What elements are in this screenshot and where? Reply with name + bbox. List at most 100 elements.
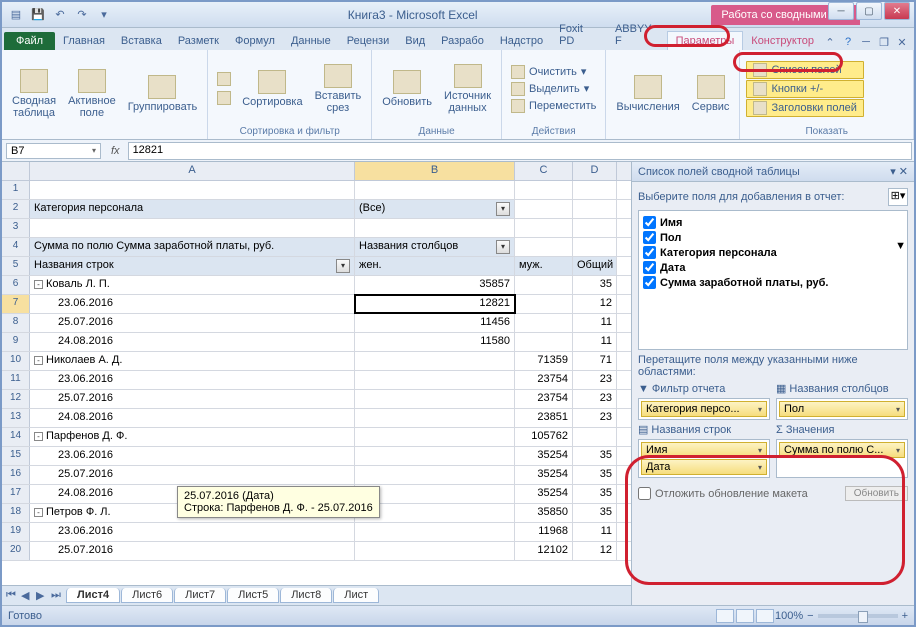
cell[interactable]: жен.: [355, 257, 515, 275]
move-button[interactable]: Переместить: [508, 98, 599, 114]
table-row[interactable]: 1: [2, 181, 631, 200]
name-box[interactable]: B7▾: [6, 143, 101, 159]
table-row[interactable]: 1923.06.20161196811: [2, 523, 631, 542]
tab-view[interactable]: Вид: [397, 32, 433, 50]
sheet-tab[interactable]: Лист4: [66, 588, 120, 603]
cell[interactable]: 71: [573, 352, 617, 370]
tab-design[interactable]: Конструктор: [743, 32, 822, 50]
col-header-b[interactable]: B: [355, 162, 515, 180]
doc-minimize-icon[interactable]: ─: [858, 34, 874, 50]
cell[interactable]: [355, 390, 515, 408]
chip-row-name[interactable]: Имя▾: [641, 442, 767, 458]
layout-options-button[interactable]: ⊞▾: [888, 188, 908, 206]
cell[interactable]: [515, 200, 573, 218]
cell[interactable]: 12821: [355, 295, 515, 313]
tab-insert[interactable]: Вставка: [113, 32, 170, 50]
refresh-button[interactable]: Обновить: [378, 68, 436, 110]
row-header[interactable]: 6: [2, 276, 30, 294]
row-header[interactable]: 19: [2, 523, 30, 541]
cell[interactable]: [573, 181, 617, 199]
cell[interactable]: 23.06.2016: [30, 523, 355, 541]
cell[interactable]: 12102: [515, 542, 573, 560]
excel-icon[interactable]: ▤: [6, 5, 26, 25]
cell[interactable]: [355, 181, 515, 199]
sheet-tab[interactable]: Лист6: [121, 588, 173, 603]
cell[interactable]: [515, 238, 573, 256]
save-icon[interactable]: 💾: [28, 5, 48, 25]
cell[interactable]: [573, 219, 617, 237]
sheet-tab[interactable]: Лист5: [227, 588, 279, 603]
cell[interactable]: 12: [573, 295, 617, 313]
table-row[interactable]: 723.06.20161282112: [2, 295, 631, 314]
row-header[interactable]: 1: [2, 181, 30, 199]
row-header[interactable]: 15: [2, 447, 30, 465]
sheet-tab[interactable]: Лист: [333, 588, 379, 603]
cell[interactable]: 35857: [355, 276, 515, 294]
cell[interactable]: Названия столбцов▾: [355, 238, 515, 256]
view-pagebreak-button[interactable]: [756, 609, 774, 623]
cell[interactable]: 24.08.2016: [30, 333, 355, 351]
tab-addins[interactable]: Надстро: [492, 32, 551, 50]
field-checkbox[interactable]: [643, 216, 656, 229]
cell[interactable]: [573, 428, 617, 446]
row-header[interactable]: 10: [2, 352, 30, 370]
row-header[interactable]: 18: [2, 504, 30, 522]
cell[interactable]: Названия строк▾: [30, 257, 355, 275]
chip-filter[interactable]: Категория персо...▾: [641, 401, 767, 417]
cell[interactable]: 35: [573, 447, 617, 465]
cell[interactable]: [515, 333, 573, 351]
doc-close-icon[interactable]: ✕: [894, 34, 910, 50]
cell[interactable]: [355, 409, 515, 427]
cell[interactable]: 35: [573, 466, 617, 484]
row-header[interactable]: 8: [2, 314, 30, 332]
col-header-c[interactable]: C: [515, 162, 573, 180]
cell[interactable]: (Все)▾: [355, 200, 515, 218]
cell[interactable]: 35254: [515, 447, 573, 465]
cell[interactable]: [515, 295, 573, 313]
slicer-button[interactable]: Вставить срез: [311, 62, 366, 116]
cell[interactable]: 23: [573, 390, 617, 408]
undo-icon[interactable]: ↶: [50, 5, 70, 25]
select-button[interactable]: Выделить ▾: [508, 81, 599, 97]
col-header-d[interactable]: D: [573, 162, 617, 180]
buttons-toggle-button[interactable]: Кнопки +/-: [746, 80, 863, 98]
field-item[interactable]: Пол: [643, 230, 903, 245]
cell[interactable]: -Коваль Л. П.: [30, 276, 355, 294]
cell[interactable]: [515, 219, 573, 237]
row-header[interactable]: 13: [2, 409, 30, 427]
table-row[interactable]: 6-Коваль Л. П.35857 35: [2, 276, 631, 295]
cell[interactable]: 12: [573, 542, 617, 560]
cell[interactable]: 35: [573, 276, 617, 294]
cell[interactable]: [355, 219, 515, 237]
maximize-button[interactable]: ▢: [856, 2, 882, 20]
field-item[interactable]: Категория персонала: [643, 245, 903, 260]
tab-home[interactable]: Главная: [55, 32, 113, 50]
field-checkbox[interactable]: [643, 246, 656, 259]
cell[interactable]: [573, 200, 617, 218]
sheet-tab[interactable]: Лист8: [280, 588, 332, 603]
cell[interactable]: 35254: [515, 485, 573, 503]
filter-area[interactable]: Категория персо...▾: [638, 398, 770, 420]
chip-sum[interactable]: Сумма по полю С...▾: [779, 442, 905, 458]
field-checkbox[interactable]: [643, 261, 656, 274]
view-normal-button[interactable]: [716, 609, 734, 623]
formula-input[interactable]: 12821: [128, 142, 912, 160]
table-row[interactable]: 1625.07.20163525435: [2, 466, 631, 485]
col-header-a[interactable]: A: [30, 162, 355, 180]
field-checkbox[interactable]: [643, 231, 656, 244]
cell[interactable]: 35: [573, 504, 617, 522]
cell[interactable]: 71359: [515, 352, 573, 370]
sheet-tab[interactable]: Лист7: [174, 588, 226, 603]
expand-icon[interactable]: -: [34, 508, 43, 517]
expand-icon[interactable]: -: [34, 356, 43, 365]
ribbon-minimize-icon[interactable]: ⌃: [822, 34, 838, 50]
expand-icon[interactable]: -: [34, 432, 43, 441]
chip-row-date[interactable]: Дата▾: [641, 459, 767, 475]
qat-more-icon[interactable]: ▾: [94, 5, 114, 25]
cell[interactable]: [515, 181, 573, 199]
row-header[interactable]: 2: [2, 200, 30, 218]
cell[interactable]: 23.06.2016: [30, 371, 355, 389]
cell[interactable]: 23754: [515, 390, 573, 408]
tab-file[interactable]: Файл: [4, 32, 55, 50]
row-header[interactable]: 7: [2, 295, 30, 313]
